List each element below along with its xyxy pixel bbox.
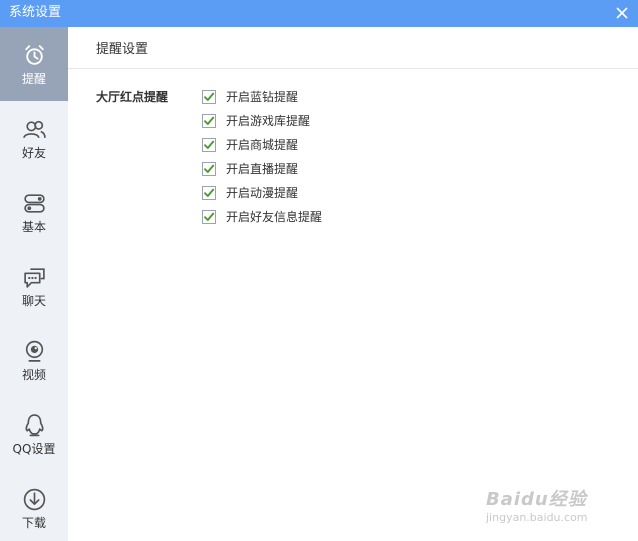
watermark-url: jingyan.baidu.com xyxy=(486,511,588,524)
checkbox[interactable] xyxy=(202,210,216,224)
divider xyxy=(68,68,638,69)
sidebar-item-qq-settings[interactable]: QQ设置 xyxy=(0,397,68,471)
penguin-icon xyxy=(25,414,44,437)
sidebar-item-label: QQ设置 xyxy=(12,442,56,456)
checkmark-icon xyxy=(204,92,215,101)
checkmark-icon xyxy=(204,188,215,197)
section-title: 提醒设置 xyxy=(96,42,149,57)
sidebar-item-friends[interactable]: 好友 xyxy=(0,101,68,175)
sidebar-item-label: 好友 xyxy=(21,146,46,160)
basic-settings-icon xyxy=(24,194,45,213)
alarm-clock-icon xyxy=(25,45,44,65)
option-label: 开启直播提醒 xyxy=(226,162,299,176)
download-icon xyxy=(23,488,46,511)
option-game-library[interactable]: 开启游戏库提醒 xyxy=(202,113,402,137)
sidebar-item-video[interactable]: 视频 xyxy=(0,323,68,397)
checkmark-icon xyxy=(204,164,215,173)
title-bar: 系统设置 xyxy=(0,0,638,27)
sidebar-item-label: 下载 xyxy=(21,516,46,530)
checkbox[interactable] xyxy=(202,114,216,128)
sidebar-item-reminder[interactable]: 提醒 xyxy=(0,27,68,101)
checkmark-icon xyxy=(204,212,215,221)
sidebar-item-label: 基本 xyxy=(21,220,46,234)
option-label: 开启商城提醒 xyxy=(226,138,299,152)
sidebar-item-label: 提醒 xyxy=(21,72,46,86)
option-label: 开启蓝钻提醒 xyxy=(226,90,299,104)
checkbox[interactable] xyxy=(202,90,216,104)
option-live[interactable]: 开启直播提醒 xyxy=(202,161,402,185)
checkmark-icon xyxy=(204,140,215,149)
sidebar-item-label: 视频 xyxy=(21,368,46,382)
option-friend-info[interactable]: 开启好友信息提醒 xyxy=(202,209,402,233)
chat-icon xyxy=(24,268,45,288)
sidebar-item-basic[interactable]: 基本 xyxy=(0,175,68,249)
reminder-options: 开启蓝钻提醒 开启游戏库提醒 开启商城提醒 开启直播提醒 开启动漫提醒 开启好友… xyxy=(202,89,402,233)
settings-panel: 提醒设置 大厅红点提醒 开启蓝钻提醒 开启游戏库提醒 开启商城提醒 开启直播提醒 xyxy=(68,27,638,541)
checkmark-icon xyxy=(204,116,215,125)
checkbox[interactable] xyxy=(202,138,216,152)
option-anime[interactable]: 开启动漫提醒 xyxy=(202,185,402,209)
camera-icon xyxy=(25,340,44,362)
group-label: 大厅红点提醒 xyxy=(96,90,169,104)
option-store[interactable]: 开启商城提醒 xyxy=(202,137,402,161)
window-title: 系统设置 xyxy=(9,5,62,20)
option-label: 开启好友信息提醒 xyxy=(226,210,323,224)
friends-icon xyxy=(23,120,46,139)
sidebar-item-download[interactable]: 下载 xyxy=(0,471,68,541)
sidebar-item-chat[interactable]: 聊天 xyxy=(0,249,68,323)
sidebar-item-label: 聊天 xyxy=(21,294,46,308)
checkbox[interactable] xyxy=(202,186,216,200)
option-blue-diamond[interactable]: 开启蓝钻提醒 xyxy=(202,89,402,113)
baidu-watermark: Baidu经验 jingyan.baidu.com xyxy=(486,483,626,527)
option-label: 开启动漫提醒 xyxy=(226,186,299,200)
sidebar: 提醒 好友 基本 聊天 视频 QQ设置 下载 xyxy=(0,27,68,541)
checkbox[interactable] xyxy=(202,162,216,176)
close-icon[interactable] xyxy=(612,3,632,23)
watermark-text: Baidu经验 xyxy=(486,489,587,510)
option-label: 开启游戏库提醒 xyxy=(226,114,311,128)
